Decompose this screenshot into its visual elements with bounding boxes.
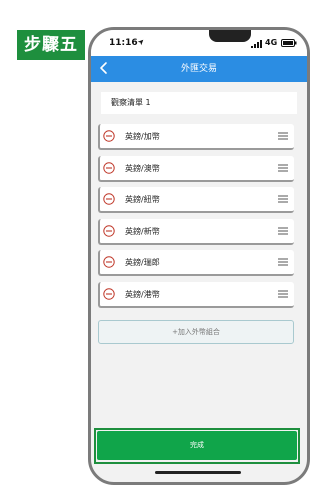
drag-handle-icon[interactable]	[278, 195, 288, 203]
status-time: 11:16	[109, 38, 138, 48]
minus-circle-icon[interactable]	[103, 193, 115, 205]
minus-circle-icon[interactable]	[103, 287, 115, 300]
tutorial-screenshot: 步驟五 11:16 4G 外匯交易 觀察清單 1 英鎊/加幣 英鎊/澳幣 英鎊/…	[0, 0, 323, 500]
done-button[interactable]: 完成	[97, 431, 297, 460]
phone-frame: 11:16 4G 外匯交易 觀察清單 1 英鎊/加幣 英鎊/澳幣 英鎊/紐幣 英…	[88, 27, 310, 485]
minus-circle-icon[interactable]	[103, 224, 115, 237]
add-currency-combo-button[interactable]: +加入外幣組合	[98, 320, 294, 344]
signal-icon	[251, 40, 262, 48]
list-item[interactable]: 英鎊/港幣	[98, 281, 294, 308]
phone-notch	[209, 30, 251, 42]
step-badge: 步驟五	[17, 30, 85, 60]
list-item[interactable]: 英鎊/新幣	[98, 218, 294, 245]
minus-circle-icon[interactable]	[103, 130, 115, 142]
minus-circle-icon[interactable]	[103, 256, 115, 268]
drag-handle-icon[interactable]	[278, 132, 288, 140]
battery-icon	[281, 39, 297, 47]
currency-pair-list: 英鎊/加幣英鎊/澳幣英鎊/紐幣英鎊/新幣英鎊/瑞郎英鎊/港幣	[98, 124, 294, 313]
drag-handle-icon[interactable]	[278, 227, 288, 235]
list-item[interactable]: 英鎊/紐幣	[98, 187, 294, 213]
minus-circle-icon[interactable]	[103, 161, 115, 174]
network-type: 4G	[265, 38, 278, 47]
status-bar: 11:16 4G	[91, 30, 307, 56]
drag-handle-icon[interactable]	[278, 258, 288, 266]
drag-handle-icon[interactable]	[278, 164, 288, 172]
list-item[interactable]: 英鎊/澳幣	[98, 155, 294, 182]
currency-pair-label: 英鎊/加幣	[125, 132, 160, 141]
location-arrow-icon	[137, 39, 144, 46]
currency-pair-label: 英鎊/港幣	[125, 289, 160, 299]
currency-pair-label: 英鎊/新幣	[125, 226, 160, 236]
nav-bar: 外匯交易	[91, 56, 307, 82]
home-indicator	[155, 471, 241, 474]
currency-pair-label: 英鎊/瑞郎	[125, 258, 160, 267]
list-item[interactable]: 英鎊/瑞郎	[98, 250, 294, 276]
drag-handle-icon[interactable]	[278, 290, 288, 298]
watchlist-name: 觀察清單 1	[101, 92, 297, 114]
page-title: 外匯交易	[180, 64, 217, 74]
list-item[interactable]: 英鎊/加幣	[98, 124, 294, 150]
currency-pair-label: 英鎊/澳幣	[125, 163, 160, 173]
currency-pair-label: 英鎊/紐幣	[125, 195, 160, 204]
